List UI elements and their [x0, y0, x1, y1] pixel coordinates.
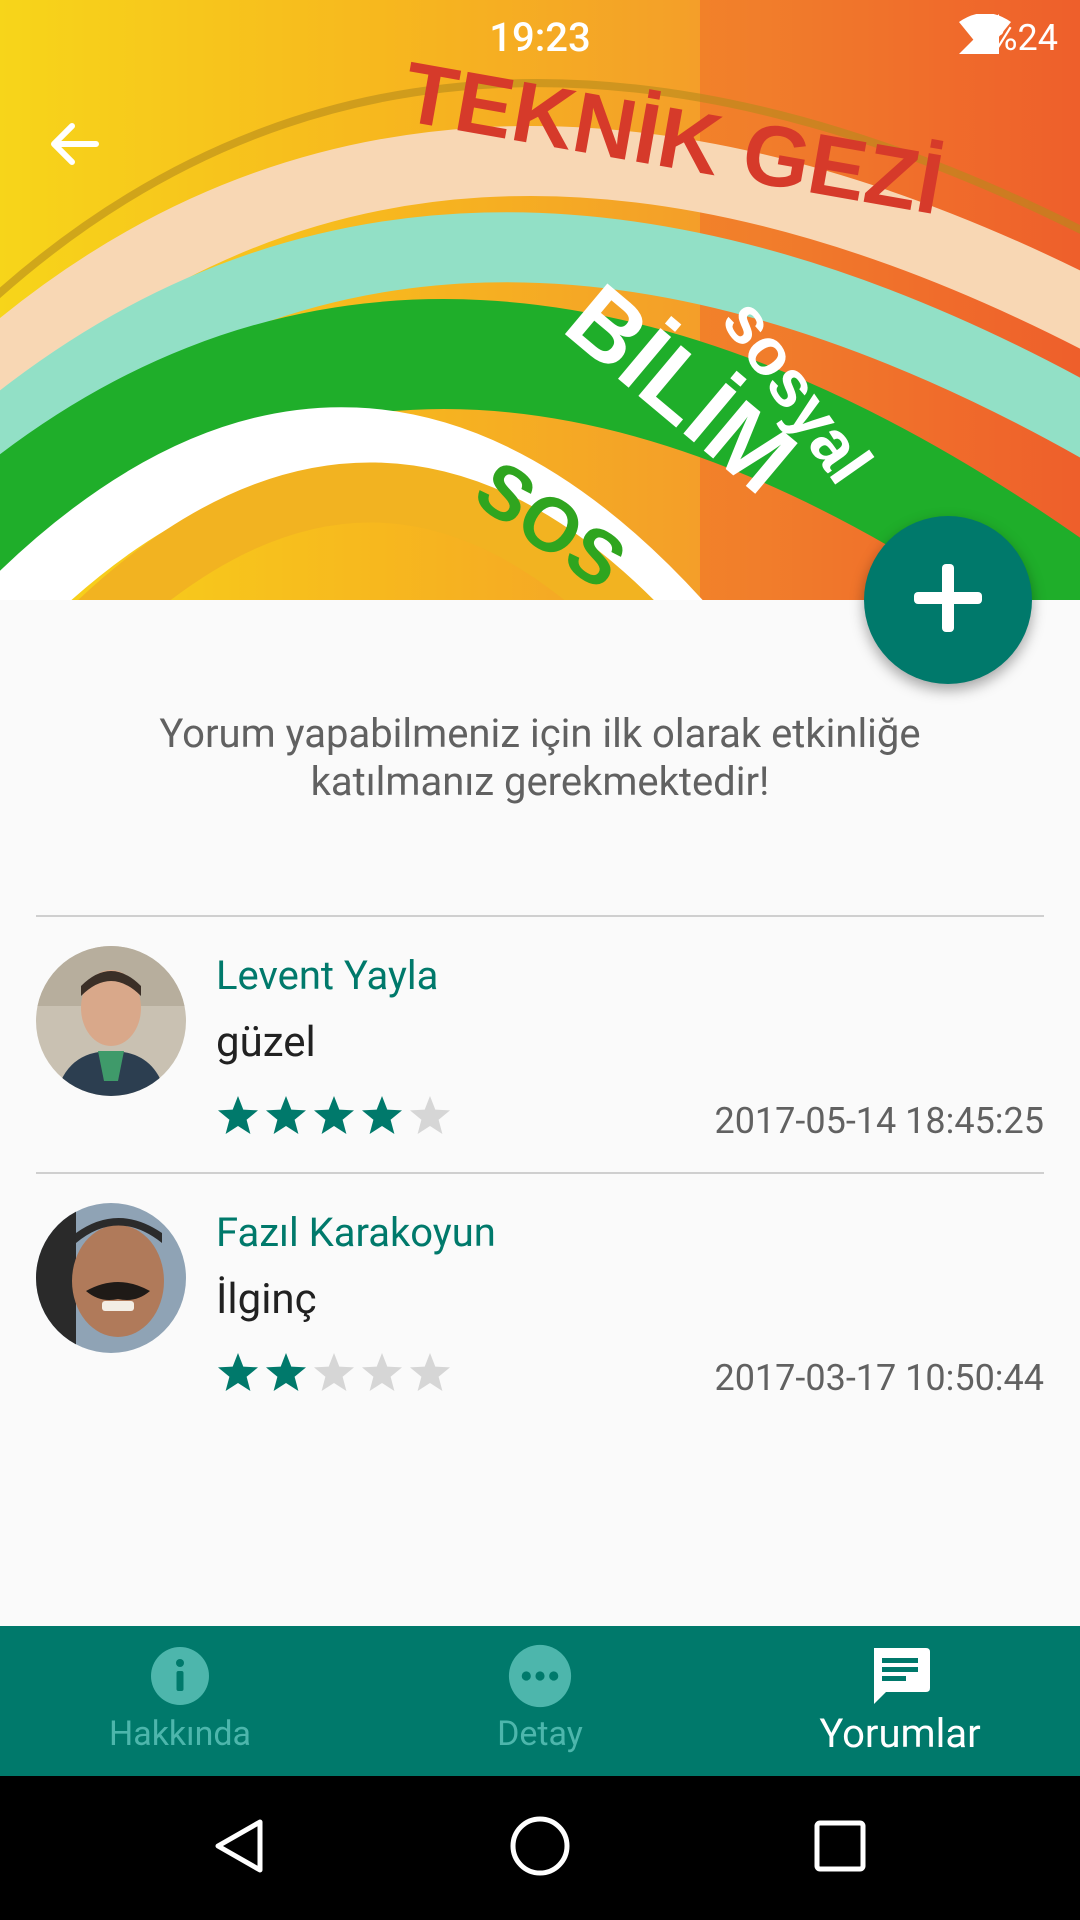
add-comment-button[interactable] — [864, 516, 1032, 684]
comment-text: güzel — [216, 1018, 316, 1067]
system-navigation-bar — [0, 1776, 1080, 1920]
header-banner: TEKNİK GEZİ sosyal BİLİM SOS 19:23 %24 — [0, 0, 1080, 600]
comment-item: Fazıl Karakoyun İlginç 2017-03-17 10:50:… — [0, 1175, 1080, 1425]
star-empty-icon — [408, 1351, 452, 1399]
comment-item: Levent Yayla güzel 2017-05-14 18:45:25 — [0, 918, 1080, 1168]
divider — [36, 915, 1044, 917]
comment-date: 2017-03-17 10:50:44 — [714, 1357, 1044, 1399]
tab-hakkinda[interactable]: Hakkında — [0, 1626, 360, 1776]
square-recents-icon — [812, 1818, 868, 1878]
star-filled-icon — [216, 1094, 260, 1142]
banner-artwork: TEKNİK GEZİ sosyal BİLİM SOS — [0, 0, 1080, 600]
plus-icon — [910, 560, 986, 640]
tab-hakkinda-label: Hakkında — [108, 1714, 252, 1754]
star-filled-icon — [360, 1094, 404, 1142]
star-empty-icon — [408, 1094, 452, 1142]
star-filled-icon — [312, 1094, 356, 1142]
rating-stars — [216, 1351, 452, 1399]
star-empty-icon — [360, 1351, 404, 1399]
status-icons: %24 — [959, 14, 1058, 62]
comment-date: 2017-05-14 18:45:25 — [714, 1100, 1044, 1142]
comment-author[interactable]: Levent Yayla — [216, 952, 438, 999]
bottom-navigation: Hakkında Detay Yorumlar — [0, 1626, 1080, 1776]
comment-author[interactable]: Fazıl Karakoyun — [216, 1209, 496, 1256]
info-icon — [148, 1644, 212, 1708]
rating-stars — [216, 1094, 452, 1142]
star-filled-icon — [216, 1351, 260, 1399]
status-time: 19:23 — [489, 14, 591, 61]
avatar — [36, 1203, 186, 1353]
divider — [36, 1172, 1044, 1174]
star-filled-icon — [264, 1351, 308, 1399]
join-required-notice: Yorum yapabilmeniz için ilk olarak etkin… — [159, 710, 921, 805]
avatar — [36, 946, 186, 1096]
system-home-button[interactable] — [504, 1812, 576, 1884]
tab-detay[interactable]: Detay — [360, 1626, 720, 1776]
star-empty-icon — [312, 1351, 356, 1399]
system-back-button[interactable] — [204, 1812, 276, 1884]
triangle-back-icon — [210, 1816, 270, 1880]
back-button[interactable] — [48, 118, 120, 190]
tab-yorumlar-label: Yorumlar — [819, 1710, 981, 1757]
comment-icon — [868, 1644, 932, 1708]
status-bar: 19:23 %24 — [0, 0, 1080, 75]
tab-yorumlar[interactable]: Yorumlar — [720, 1626, 1080, 1776]
system-recents-button[interactable] — [804, 1812, 876, 1884]
tab-detay-label: Detay — [497, 1714, 583, 1754]
star-filled-icon — [264, 1094, 308, 1142]
comment-text: İlginç — [216, 1275, 317, 1324]
circle-home-icon — [508, 1814, 572, 1882]
more-horizontal-icon — [508, 1644, 572, 1708]
